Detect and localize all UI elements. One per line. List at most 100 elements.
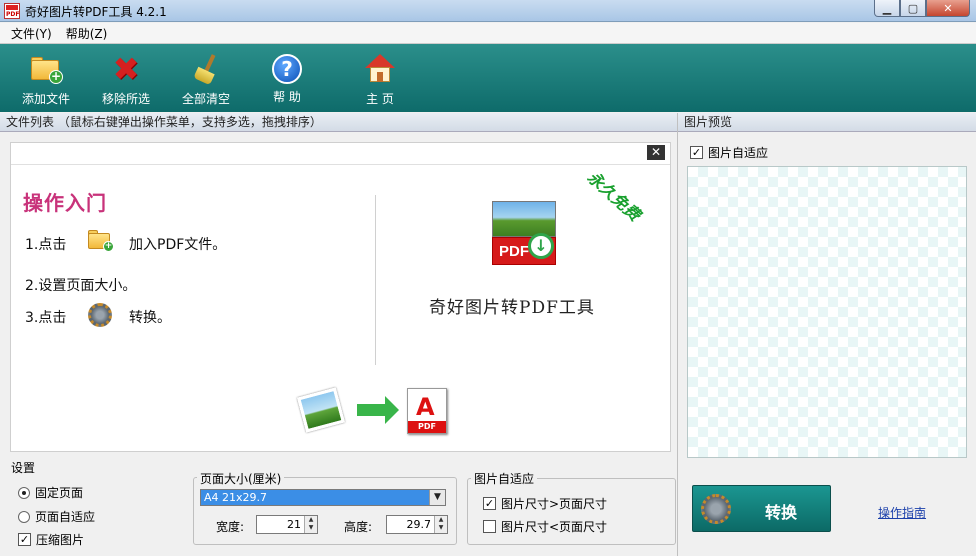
help-icon: ? xyxy=(272,54,302,84)
remove-x-icon: ✖ xyxy=(112,50,140,88)
preview-fit-box[interactable]: ✓ xyxy=(690,146,703,159)
convert-label: 转换 xyxy=(765,503,798,522)
page-size-value: A4 21x29.7 xyxy=(204,491,268,504)
minimize-button[interactable]: ▁ xyxy=(874,0,900,17)
window-controls: ▁ ▢ ✕ xyxy=(874,0,970,18)
plus-badge: + xyxy=(49,69,63,84)
gear-icon xyxy=(88,303,112,327)
add-files-label: 添加文件 xyxy=(22,92,71,106)
preview-fit-label: 图片自适应 xyxy=(708,146,769,160)
pdf-landscape xyxy=(492,201,556,237)
fixed-page-radio[interactable]: 固定页面 xyxy=(18,484,83,501)
image-fit-title: 图片自适应 xyxy=(471,470,538,487)
compress-checkbox[interactable]: ✓ 压缩图片 xyxy=(18,531,84,548)
toolbar: + 添加文件 ✖ 移除所选 全部清空 ? 帮 助 主 页 xyxy=(0,44,976,112)
clear-all-label: 全部清空 xyxy=(182,92,231,106)
larger-fit-box[interactable]: ✓ xyxy=(483,497,496,510)
auto-page-radio-dot[interactable] xyxy=(18,510,30,523)
title-bar: PDF 奇好图片转PDF工具 4.2.1 ▁ ▢ ✕ xyxy=(0,0,976,22)
guide-bar: ✕ xyxy=(11,143,670,165)
home-button[interactable]: 主 页 xyxy=(363,44,397,112)
width-spin-buttons[interactable]: ▲ ▼ xyxy=(304,516,317,533)
step1-prefix: 1.点击 xyxy=(25,237,67,253)
preview-header: 图片预览 xyxy=(678,113,976,132)
arrow-right-icon xyxy=(357,396,399,424)
folder-add-icon: + xyxy=(29,52,63,86)
auto-page-radio[interactable]: 页面自适应 xyxy=(18,508,95,525)
home-roof xyxy=(365,54,395,68)
menu-bar: 文件(Y) 帮助(Z) xyxy=(0,23,976,44)
image-preview-area[interactable] xyxy=(687,166,967,458)
plus-badge: + xyxy=(103,241,114,252)
remove-selected-button[interactable]: ✖ 移除所选 xyxy=(102,44,150,112)
panel-divider xyxy=(677,113,678,556)
broom-head xyxy=(193,66,215,86)
maximize-button[interactable]: ▢ xyxy=(900,0,926,17)
spin-up-icon[interactable]: ▲ xyxy=(305,516,317,524)
guide-divider xyxy=(375,195,376,365)
larger-fit-checkbox[interactable]: ✓ 图片尺寸>页面尺寸 xyxy=(483,495,607,512)
fixed-page-radio-dot[interactable] xyxy=(18,486,30,499)
download-arrow-icon: ↓ xyxy=(528,233,554,259)
remove-selected-label: 移除所选 xyxy=(102,92,151,106)
height-spin-buttons[interactable]: ▲ ▼ xyxy=(434,516,447,533)
settings-label: 设置 xyxy=(11,461,36,475)
compress-label: 压缩图片 xyxy=(36,533,85,547)
app-icon-stripe xyxy=(6,5,18,10)
home-label: 主 页 xyxy=(366,92,394,106)
height-value[interactable]: 29.7 xyxy=(407,518,432,531)
close-guide-button[interactable]: ✕ xyxy=(647,145,665,160)
smaller-fit-checkbox[interactable]: 图片尺寸<页面尺寸 xyxy=(483,518,607,535)
app-icon: PDF xyxy=(4,3,20,19)
app-icon-label: PDF xyxy=(6,11,20,18)
width-label: 宽度: xyxy=(216,520,245,534)
page-size-title: 页面大小(厘米) xyxy=(197,470,285,487)
close-button[interactable]: ✕ xyxy=(926,0,970,17)
broom-icon xyxy=(189,52,223,86)
spin-down-icon[interactable]: ▼ xyxy=(305,524,317,532)
compress-box[interactable]: ✓ xyxy=(18,533,31,546)
pdf-convert-icon: PDF ↓ xyxy=(492,201,556,265)
menu-file[interactable]: 文件(Y) xyxy=(4,25,59,42)
width-spinner[interactable]: 21 ▲ ▼ xyxy=(256,515,318,534)
spin-down-icon[interactable]: ▼ xyxy=(435,524,447,532)
guide-title: 操作入门 xyxy=(23,191,107,215)
height-spinner[interactable]: 29.7 ▲ ▼ xyxy=(386,515,448,534)
step1-suffix: 加入PDF文件。 xyxy=(129,237,227,253)
smaller-fit-label: 图片尺寸<页面尺寸 xyxy=(501,520,608,534)
pdf-band-label: PDF xyxy=(499,243,529,260)
gear-icon xyxy=(701,494,731,524)
preview-fit-checkbox[interactable]: ✓ 图片自适应 xyxy=(690,144,768,161)
height-label: 高度: xyxy=(344,520,373,534)
window-title: 奇好图片转PDF工具 4.2.1 xyxy=(25,5,167,19)
page-size-select[interactable]: A4 21x29.7 ▼ xyxy=(200,489,446,506)
step3-prefix: 3.点击 xyxy=(25,310,67,326)
file-list-panel[interactable]: ✕ 操作入门 1.点击 + 加入PDF文件。 2.设置页面大小。 3.点击 转换… xyxy=(10,142,671,452)
image-to-pdf-illustration: A PDF xyxy=(297,387,451,436)
pdf-doc-tag: PDF xyxy=(408,421,446,433)
smaller-fit-box[interactable] xyxy=(483,520,496,533)
pdf-document-icon: A PDF xyxy=(407,388,447,434)
home-icon xyxy=(363,52,397,86)
free-badge: 永久免费 xyxy=(583,167,645,225)
help-button[interactable]: ? 帮 助 xyxy=(272,44,302,112)
product-name: 奇好图片转PDF工具 xyxy=(429,298,595,318)
step3-suffix: 转换。 xyxy=(129,310,171,326)
auto-page-label: 页面自适应 xyxy=(35,510,96,524)
width-value[interactable]: 21 xyxy=(287,518,301,531)
spin-up-icon[interactable]: ▲ xyxy=(435,516,447,524)
acrobat-symbol: A xyxy=(416,393,435,421)
photo-icon xyxy=(297,387,345,433)
step2-text: 2.设置页面大小。 xyxy=(25,278,137,294)
fixed-page-label: 固定页面 xyxy=(35,486,84,500)
guide-link[interactable]: 操作指南 xyxy=(878,504,926,521)
add-files-button[interactable]: + 添加文件 xyxy=(22,44,70,112)
clear-all-button[interactable]: 全部清空 xyxy=(182,44,230,112)
help-label: 帮 助 xyxy=(273,90,301,104)
file-list-header: 文件列表 （鼠标右键弹出操作菜单，支持多选，拖拽排序） xyxy=(0,113,677,132)
chevron-down-icon[interactable]: ▼ xyxy=(429,490,445,505)
larger-fit-label: 图片尺寸>页面尺寸 xyxy=(501,497,608,511)
menu-help[interactable]: 帮助(Z) xyxy=(59,25,115,42)
convert-button[interactable]: 转换 xyxy=(692,485,831,532)
home-door xyxy=(377,72,383,82)
